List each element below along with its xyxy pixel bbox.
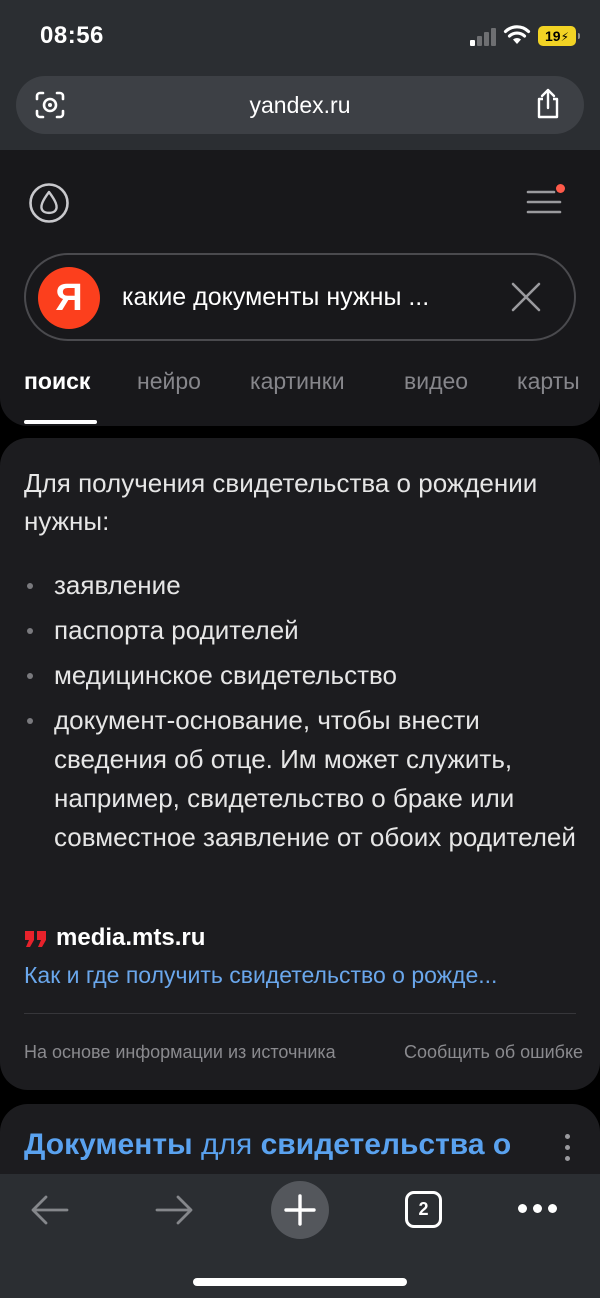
source-link[interactable]: Как и где получить свидетельство о рожде… — [24, 962, 574, 989]
search-tabs: поиск нейро картинки видео карты — [0, 368, 600, 426]
list-item: медицинское свидетельство — [24, 656, 584, 695]
answer-list: заявление паспорта родителей медицинское… — [24, 566, 584, 863]
back-arrow-icon[interactable] — [30, 1194, 70, 1226]
bullet — [27, 628, 33, 634]
new-tab-button[interactable] — [271, 1181, 329, 1239]
yandex-logo[interactable]: Я — [38, 267, 100, 329]
list-item-text: документ-основание, чтобы внести сведени… — [54, 705, 576, 852]
source-domain[interactable]: media.mts.ru — [56, 924, 205, 952]
tabs-icon[interactable]: 2 — [405, 1191, 442, 1228]
charging-bolt: ⚡ — [560, 30, 569, 44]
battery-level: 19 — [544, 28, 561, 44]
more-dots-icon[interactable] — [518, 1204, 558, 1214]
answer-intro: Для получения свидетельства о рождении н… — [24, 468, 538, 536]
list-item-text: паспорта родителей — [54, 615, 299, 645]
status-bar: 08:56 19⚡ — [0, 0, 600, 76]
browser-toolbar: 2 — [0, 1174, 600, 1298]
divider — [24, 1013, 576, 1014]
tab-maps[interactable]: карты — [517, 368, 580, 408]
quote-icon — [25, 931, 46, 947]
bullet — [27, 718, 33, 724]
search-box[interactable]: Я какие документы нужны ... — [24, 253, 576, 341]
list-item-text: заявление — [54, 570, 181, 600]
page-content: Я какие документы нужны ... поиск нейро … — [0, 150, 600, 1174]
battery-charging-icon: 19⚡ — [538, 26, 580, 46]
alice-assistant-icon[interactable] — [28, 182, 70, 224]
list-item: паспорта родителей — [24, 611, 584, 650]
cellular-signal-icon — [470, 28, 498, 46]
forward-arrow-icon[interactable] — [154, 1194, 194, 1226]
result-title-plain: для — [192, 1128, 261, 1161]
result-title[interactable]: Документы для свидетельства о — [24, 1128, 511, 1162]
home-indicator[interactable] — [193, 1278, 407, 1286]
tab-images[interactable]: картинки — [250, 368, 345, 408]
notification-dot — [556, 184, 565, 193]
source-note: На основе информации из источника — [24, 1042, 336, 1062]
plus-icon — [284, 1194, 316, 1226]
more-options-icon[interactable] — [562, 1134, 572, 1164]
close-icon[interactable] — [510, 281, 542, 313]
url-text[interactable]: yandex.ru — [16, 76, 584, 134]
list-item: заявление — [24, 566, 584, 605]
address-bar-area: yandex.ru — [0, 76, 600, 150]
tab-neuro[interactable]: нейро — [137, 368, 201, 408]
search-header: Я какие документы нужны ... поиск нейро … — [0, 150, 600, 426]
active-tab-indicator — [24, 420, 97, 424]
bullet — [27, 583, 33, 589]
search-result-card[interactable]: Документы для свидетельства о — [0, 1104, 600, 1174]
tab-video[interactable]: видео — [404, 368, 468, 408]
address-bar[interactable]: yandex.ru — [16, 76, 584, 134]
result-title-highlight: Документы — [24, 1128, 193, 1161]
quick-answer-card: Для получения свидетельства о рождении н… — [0, 438, 600, 1090]
status-time: 08:56 — [40, 22, 104, 49]
search-query[interactable]: какие документы нужны ... — [122, 255, 502, 339]
share-icon[interactable] — [534, 88, 562, 120]
report-error-link[interactable]: Сообщить об ошибке — [404, 1042, 583, 1063]
result-title-highlight: свидетельства о — [260, 1128, 512, 1161]
bullet — [27, 673, 33, 679]
list-item-text: медицинское свидетельство — [54, 660, 397, 690]
wifi-icon — [503, 25, 531, 44]
list-item: документ-основание, чтобы внести сведени… — [24, 701, 584, 857]
tab-search[interactable]: поиск — [24, 368, 90, 408]
